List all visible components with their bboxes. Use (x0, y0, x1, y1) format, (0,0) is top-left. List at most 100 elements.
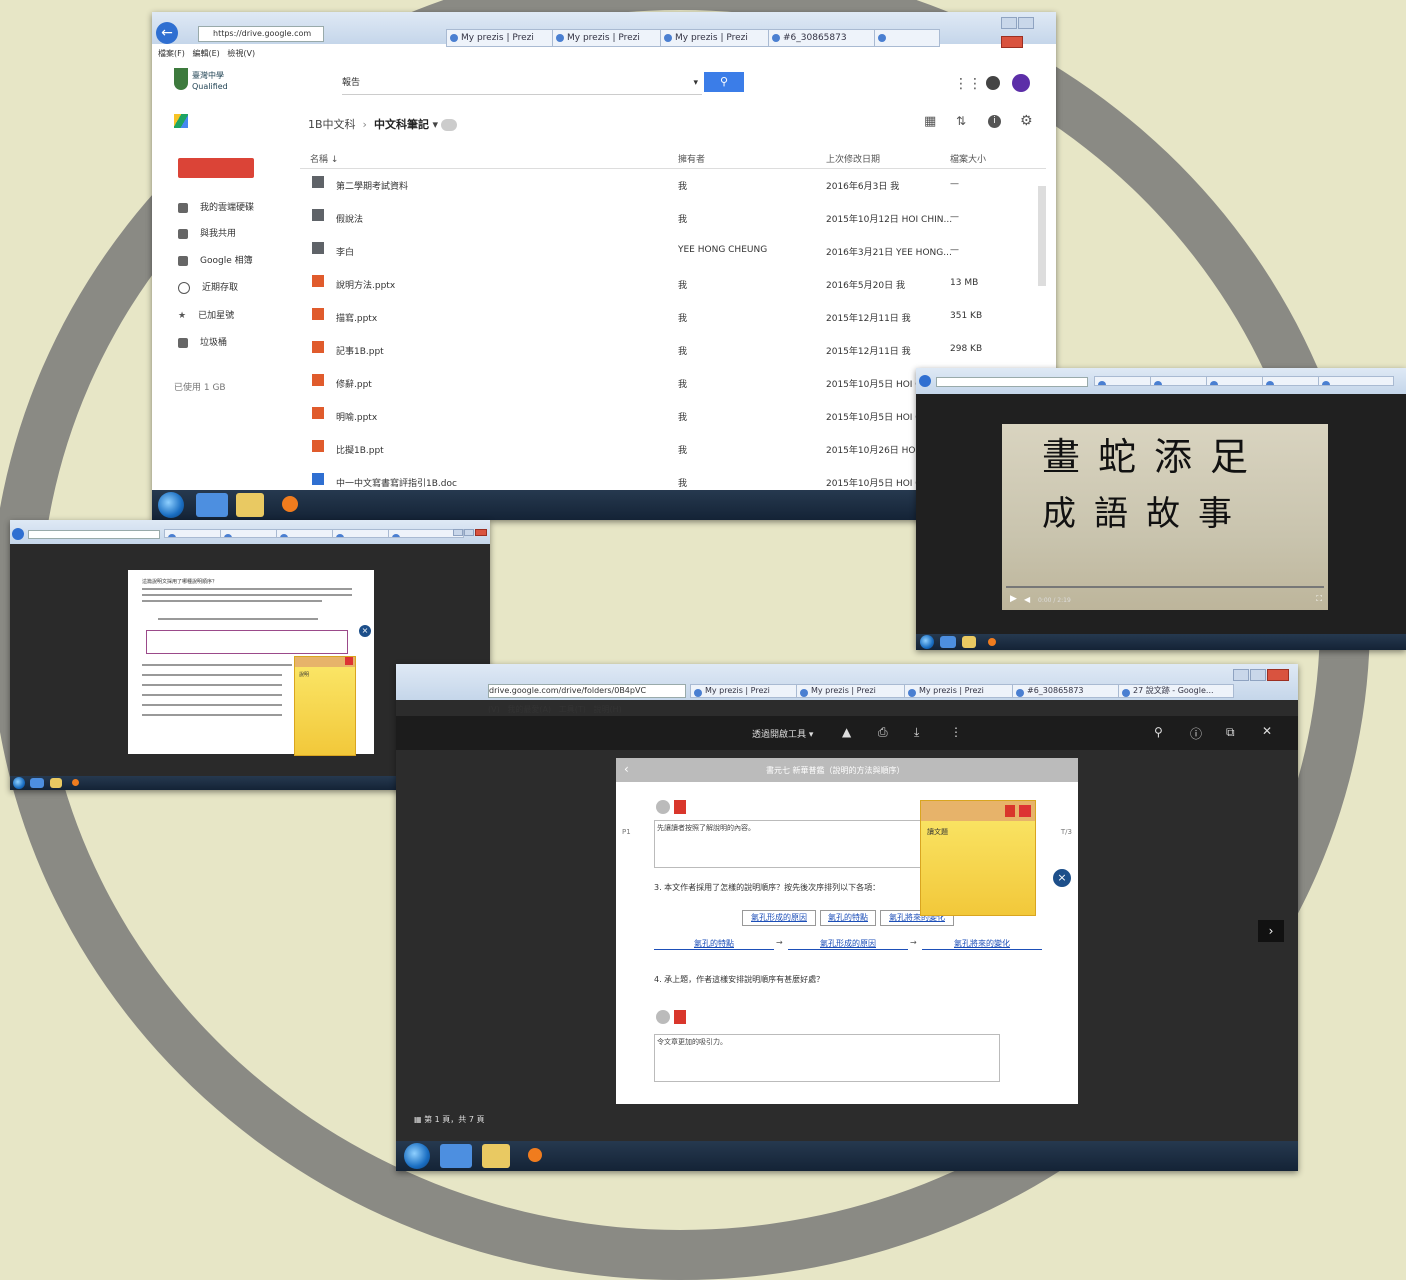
new-button[interactable] (178, 158, 254, 178)
back-button[interactable] (12, 528, 24, 540)
browser-tab[interactable]: #6_30865873 (1012, 684, 1124, 698)
media-taskbar-icon[interactable] (988, 638, 996, 646)
ordered-answer[interactable]: 氣孔的特點 (654, 938, 774, 950)
media-taskbar-icon[interactable] (282, 496, 298, 512)
edit-icon[interactable] (674, 1010, 686, 1024)
media-taskbar-icon[interactable] (72, 779, 79, 786)
column-owner[interactable]: 擁有者 (678, 152, 705, 165)
sidebar-item-shared[interactable]: 與我共用 (178, 226, 236, 239)
menu-view[interactable]: (V) (488, 705, 500, 714)
sidebar-item-starred[interactable]: ★ 已加星號 (178, 308, 234, 322)
file-row[interactable]: 描寫.pptx 我 2015年12月11日 我 351 KB (300, 300, 1046, 333)
answer-box[interactable] (146, 630, 348, 654)
ordered-answer[interactable]: 氣孔形成的原因 (788, 938, 908, 950)
ie-taskbar-icon[interactable] (940, 636, 956, 648)
notifications-icon[interactable] (986, 76, 1000, 90)
info-icon[interactable]: i (988, 115, 1001, 128)
search-input[interactable]: 報告 ▾ (342, 72, 702, 95)
browser-tab[interactable]: My prezis | Prezi (690, 684, 802, 698)
start-button[interactable] (158, 492, 184, 518)
close-circle-icon[interactable]: × (1052, 868, 1072, 888)
download-icon[interactable]: ⤓ (914, 725, 919, 740)
menu-view[interactable]: 檢視(V) (227, 49, 255, 58)
answer-box[interactable]: 先讓讀者按照了解說明的內容。 (654, 820, 924, 868)
close-icon[interactable] (345, 657, 353, 665)
search-button[interactable]: ⚲ (704, 72, 744, 92)
file-row[interactable]: 假說法 我 2015年10月12日 HOI CHIN... — (300, 201, 1046, 234)
chevron-down-icon[interactable]: ▾ (432, 118, 438, 131)
zoom-icon[interactable]: ⚲ (1154, 725, 1163, 739)
media-taskbar-icon[interactable] (528, 1148, 542, 1162)
close-icon[interactable]: ✕ (1262, 724, 1272, 738)
window-controls[interactable] (452, 521, 487, 536)
browser-tab[interactable]: My prezis | Prezi (796, 684, 908, 698)
window-controls[interactable] (1232, 666, 1289, 681)
explorer-taskbar-icon[interactable] (962, 636, 976, 648)
file-row[interactable]: 記事1B.ppt 我 2015年12月11日 我 298 KB (300, 333, 1046, 366)
play-icon[interactable]: ▶ (1010, 594, 1017, 604)
ordered-answer[interactable]: 氣孔將來的變化 (922, 938, 1042, 950)
video-progress-bar[interactable] (1006, 586, 1324, 588)
sidebar-item-photos[interactable]: Google 相簿 (178, 253, 253, 266)
address-bar[interactable]: drive.google.com/drive/folders/0B4pVC (488, 684, 686, 698)
sticky-note[interactable]: 讀文題 (920, 800, 1036, 916)
audio-icon[interactable] (656, 1010, 670, 1024)
next-page-marker[interactable]: T/3 (1061, 828, 1072, 836)
chevron-down-icon[interactable]: ▾ (693, 72, 698, 94)
sort-icon[interactable]: ⇅ (956, 114, 966, 128)
ie-taskbar-icon[interactable] (196, 493, 228, 517)
fullscreen-icon[interactable]: ⛶ (1316, 594, 1322, 604)
edit-icon[interactable] (674, 800, 686, 814)
address-bar[interactable] (936, 377, 1088, 387)
sidebar-item-trash[interactable]: 垃圾桶 (178, 335, 227, 348)
file-row[interactable]: 李白 YEE HONG CHEUNG 2016年3月21日 YEE HONG... — (300, 234, 1046, 267)
open-with-button[interactable]: 透過開啟工具 ▾ (752, 727, 813, 740)
open-new-window-icon[interactable]: ⧉ (1226, 725, 1235, 740)
ie-taskbar-icon[interactable] (440, 1144, 472, 1168)
menu-tools[interactable]: 工具(T) (559, 705, 586, 714)
column-size[interactable]: 檔案大小 (950, 152, 986, 165)
back-button[interactable]: ← (156, 22, 178, 44)
menu-edit[interactable]: 編輯(E) (192, 49, 219, 58)
browser-tab[interactable] (1318, 376, 1394, 386)
sticky-note[interactable]: 說明 (294, 656, 356, 756)
scrollbar[interactable] (1038, 186, 1046, 286)
sidebar-item-recent[interactable]: 近期存取 (178, 280, 238, 294)
answer-box[interactable]: 令文章更加的吸引力。 (654, 1034, 1000, 1082)
column-name[interactable]: 名稱 ↓ (310, 152, 338, 165)
breadcrumb-root[interactable]: 1B中文科 (308, 118, 356, 131)
more-options-icon[interactable]: ⋮ (950, 725, 962, 739)
browser-tab[interactable] (874, 29, 940, 47)
option-chip[interactable]: 氣孔形成的原因 (742, 910, 816, 926)
info-icon[interactable]: ⓘ (1190, 725, 1202, 742)
menu-favorites[interactable]: 我的最愛(A) (507, 705, 551, 714)
browser-tab[interactable]: My prezis | Prezi (904, 684, 1016, 698)
address-bar[interactable] (28, 530, 160, 539)
explorer-taskbar-icon[interactable] (482, 1144, 510, 1168)
ie-taskbar-icon[interactable] (30, 778, 44, 788)
browser-tab[interactable]: My prezis | Prezi (446, 29, 562, 47)
grid-view-icon[interactable]: ▦ (924, 114, 936, 129)
menu-file[interactable]: 檔案(F) (158, 49, 185, 58)
column-modified[interactable]: 上次修改日期 (826, 152, 880, 165)
video-frame[interactable]: 畫蛇添足 成語故事 ▶ ◀ 0:00 / 2:19 ⛶ (1002, 424, 1328, 610)
start-button[interactable] (404, 1143, 430, 1169)
volume-icon[interactable]: ◀ (1024, 595, 1030, 604)
delete-icon[interactable] (1019, 805, 1031, 817)
file-row[interactable]: 第二學期考試資料 我 2016年6月3日 我 — (300, 168, 1046, 201)
audio-icon[interactable] (656, 800, 670, 814)
explorer-taskbar-icon[interactable] (236, 493, 264, 517)
file-row[interactable]: 說明方法.pptx 我 2016年5月20日 我 13 MB (300, 267, 1046, 300)
drive-add-icon[interactable]: ▲ (842, 725, 851, 739)
browser-tab[interactable]: My prezis | Prezi (660, 29, 776, 47)
start-button[interactable] (920, 635, 934, 649)
option-chip[interactable]: 氣孔的特點 (820, 910, 876, 926)
breadcrumb-current[interactable]: 中文科筆記 (374, 118, 429, 131)
browser-tab[interactable]: #6_30865873 (768, 29, 884, 47)
avatar[interactable] (1012, 74, 1030, 92)
start-button[interactable] (13, 777, 25, 789)
settings-gear-icon[interactable]: ⚙ (1020, 113, 1033, 129)
sidebar-item-my-drive[interactable]: 我的雲端硬碟 (178, 200, 254, 213)
chevron-left-icon[interactable]: ‹ (624, 762, 629, 776)
browser-tab[interactable]: 27 說文跡 - Google... (1118, 684, 1234, 698)
